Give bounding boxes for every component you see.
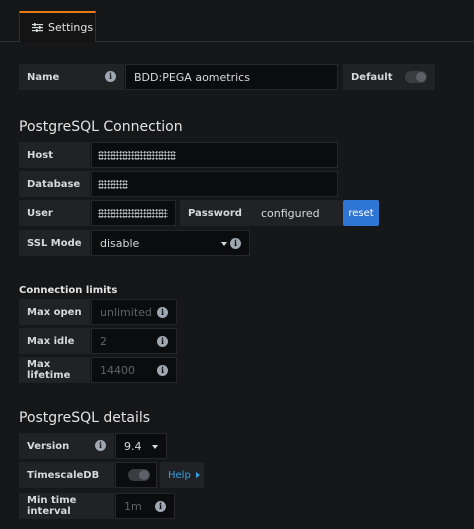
default-toggle[interactable] bbox=[405, 71, 427, 83]
sliders-icon bbox=[32, 23, 43, 32]
redacted-database bbox=[98, 180, 128, 189]
password-status: configured bbox=[252, 200, 343, 226]
host-label: Host bbox=[19, 142, 90, 168]
tab-settings-label: Settings bbox=[48, 21, 94, 34]
user-input[interactable] bbox=[91, 200, 176, 226]
redacted-user bbox=[98, 209, 168, 218]
version-select[interactable]: 9.4 bbox=[115, 433, 167, 459]
max-lifetime-label: Max lifetime bbox=[19, 357, 90, 383]
info-icon[interactable]: i bbox=[157, 336, 168, 347]
tab-bar: Settings bbox=[0, 0, 474, 42]
max-idle-input[interactable]: 2 i bbox=[91, 328, 177, 354]
info-icon[interactable]: i bbox=[157, 307, 168, 318]
info-icon[interactable]: i bbox=[105, 71, 116, 82]
user-label: User bbox=[19, 200, 90, 226]
ssl-mode-label: SSL Mode bbox=[19, 230, 90, 256]
timescaledb-label: TimescaleDB bbox=[19, 462, 114, 488]
database-input[interactable] bbox=[91, 171, 338, 197]
timescaledb-toggle[interactable] bbox=[128, 469, 150, 481]
connection-section-title: PostgreSQL Connection bbox=[19, 119, 183, 135]
max-open-input[interactable]: unlimited i bbox=[91, 299, 177, 325]
timescaledb-help-button[interactable]: Help bbox=[160, 462, 204, 488]
max-lifetime-input[interactable]: 14400 i bbox=[91, 357, 177, 383]
info-icon[interactable]: i bbox=[95, 440, 106, 451]
min-time-interval-label: Min time interval bbox=[19, 493, 114, 519]
reset-password-button[interactable]: reset bbox=[343, 200, 379, 226]
limits-section-title: Connection limits bbox=[19, 285, 118, 296]
tab-settings[interactable]: Settings bbox=[19, 11, 96, 42]
info-icon[interactable]: i bbox=[157, 365, 168, 376]
redacted-host bbox=[98, 151, 176, 160]
caret-right-icon bbox=[195, 472, 200, 478]
host-input[interactable] bbox=[91, 142, 338, 168]
name-label: Name i bbox=[19, 64, 124, 90]
chevron-down-icon bbox=[152, 445, 158, 449]
password-label: Password bbox=[180, 200, 252, 226]
info-icon[interactable]: i bbox=[155, 501, 166, 512]
min-time-interval-input[interactable]: 1m i bbox=[115, 493, 175, 519]
chevron-down-icon bbox=[221, 242, 227, 246]
version-label: Version i bbox=[19, 433, 114, 459]
max-idle-label: Max idle bbox=[19, 328, 90, 354]
max-open-label: Max open bbox=[19, 299, 90, 325]
database-label: Database bbox=[19, 171, 90, 197]
details-section-title: PostgreSQL details bbox=[19, 410, 151, 426]
name-input[interactable]: BDD:PEGA aometrics bbox=[125, 64, 338, 90]
ssl-mode-select[interactable]: disable i bbox=[91, 230, 250, 256]
info-icon[interactable]: i bbox=[230, 238, 241, 249]
